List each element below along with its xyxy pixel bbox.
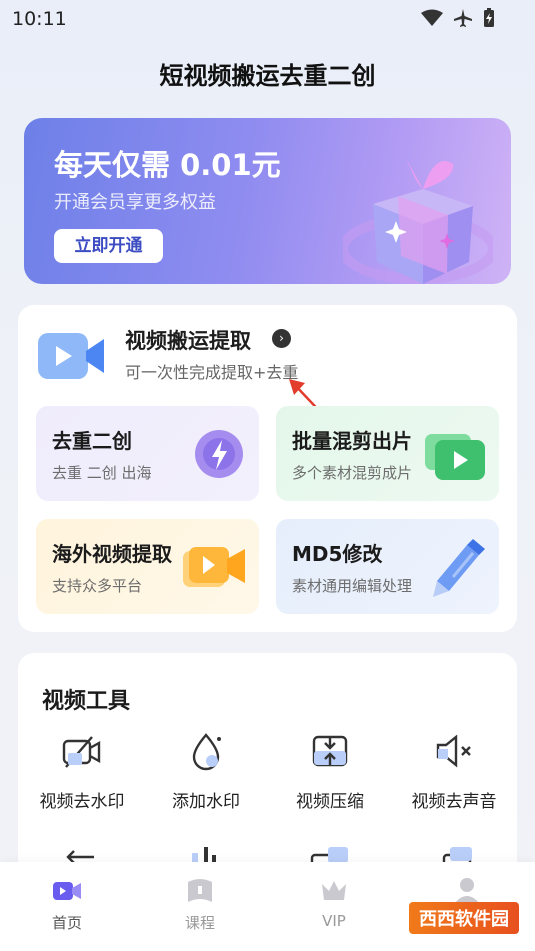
banner-title: 每天仅需 0.01元: [54, 148, 281, 182]
tile-title: 海外视频提取: [52, 542, 172, 566]
tile-overseas-extract[interactable]: 海外视频提取 支持众多平台: [36, 519, 259, 614]
tile-md5[interactable]: MD5修改 素材通用编辑处理: [276, 519, 499, 614]
tile-title: 批量混剪出片: [292, 429, 412, 453]
tile-title: 去重二创: [52, 429, 132, 453]
tab-vip[interactable]: VIP: [294, 876, 374, 930]
play-video-icon: [425, 434, 485, 480]
crown-icon: [322, 881, 346, 900]
status-bar: 10:11: [0, 0, 535, 40]
tile-subtitle: 支持众多平台: [52, 577, 143, 595]
video-off-icon: [62, 736, 101, 768]
tool-compress[interactable]: 视频压缩: [268, 731, 392, 812]
video-tools-card: 视频工具 视频去水印 添加水印 视频压缩 视频去声音: [18, 653, 517, 893]
airplane-icon: [454, 9, 472, 27]
pencil-icon: [433, 539, 485, 597]
tab-label: 课程: [184, 914, 215, 932]
tool-add-watermark[interactable]: 添加水印: [144, 731, 268, 812]
banner-subtitle: 开通会员享更多权益: [54, 192, 216, 213]
status-time: 10:11: [12, 8, 67, 30]
video-camera-icon: [183, 547, 245, 587]
tab-course[interactable]: 课程: [160, 876, 240, 933]
tile-subtitle: 多个素材混剪成片: [292, 464, 413, 482]
tool-label: 视频压缩: [296, 792, 364, 812]
compress-icon: [312, 735, 348, 767]
watermark-text: 西西软件园: [409, 902, 519, 934]
mute-icon: [436, 734, 471, 768]
tool-label: 添加水印: [172, 792, 240, 812]
tools-title: 视频工具: [42, 689, 131, 714]
vip-banner[interactable]: 每天仅需 0.01元 开通会员享更多权益 立即开通: [24, 118, 511, 284]
status-icons: [421, 8, 495, 28]
open-vip-button[interactable]: 立即开通: [54, 229, 163, 263]
tab-home[interactable]: 首页: [27, 876, 107, 933]
page-title: 短视频搬运去重二创: [159, 62, 376, 90]
wifi-icon: [421, 9, 443, 26]
tool-mute[interactable]: 视频去声音: [392, 731, 516, 812]
course-icon: [188, 879, 212, 902]
extract-subtitle: 可一次性完成提取+去重: [125, 363, 299, 382]
extract-title[interactable]: 视频搬运提取: [125, 325, 251, 355]
site-watermark: 西西软件园: [409, 898, 519, 938]
lightning-icon: [195, 430, 243, 478]
tool-label: 视频去声音: [411, 792, 497, 812]
tile-dedup[interactable]: 去重二创 去重 二创 出海: [36, 406, 259, 501]
home-video-icon: [53, 882, 81, 900]
tool-label: 视频去水印: [39, 792, 125, 812]
tile-subtitle: 素材通用编辑处理: [292, 577, 413, 595]
tile-title: MD5修改: [292, 542, 383, 566]
gift-box-icon: [343, 160, 493, 284]
tab-label: VIP: [322, 912, 346, 930]
tool-remove-watermark[interactable]: 视频去水印: [20, 731, 144, 812]
battery-icon: [484, 8, 494, 27]
tile-subtitle: 去重 二创 出海: [52, 464, 152, 482]
video-camera-icon: [38, 333, 104, 379]
tile-batch-mix[interactable]: 批量混剪出片 多个素材混剪成片: [276, 406, 499, 501]
tab-label: 首页: [51, 914, 82, 932]
drop-icon: [192, 733, 221, 771]
chevron-right-icon[interactable]: ›: [272, 329, 291, 348]
